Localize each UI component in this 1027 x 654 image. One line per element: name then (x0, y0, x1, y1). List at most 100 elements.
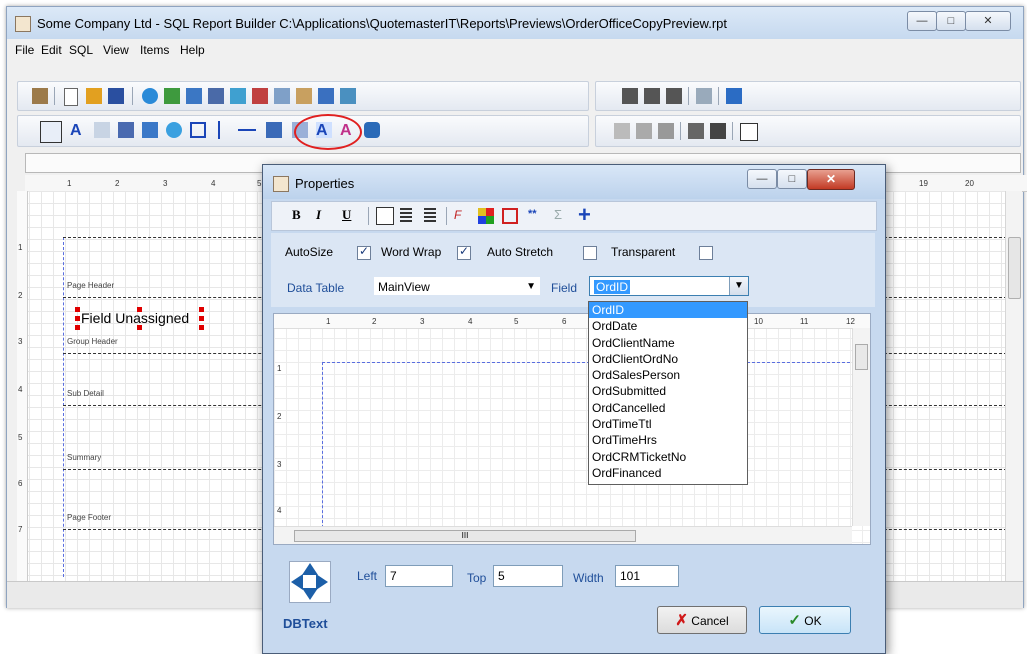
width-input[interactable]: 101 (615, 565, 679, 587)
left-input[interactable]: 7 (385, 565, 453, 587)
database-icon[interactable] (164, 88, 180, 104)
field-dropdown-list[interactable]: OrdID OrdDate OrdClientName OrdClientOrd… (588, 301, 748, 485)
chevron-down-icon[interactable]: ▼ (729, 277, 748, 295)
new-document-icon[interactable] (64, 88, 78, 106)
resize-handle[interactable] (75, 307, 80, 312)
paste-icon[interactable] (658, 123, 674, 139)
dropdown-option[interactable]: OrdCRMTicketNo (589, 449, 747, 465)
dropdown-option[interactable]: OrdClientName (589, 335, 747, 351)
label-tool-icon[interactable]: A (70, 122, 86, 139)
move-arrows-icon[interactable] (289, 561, 331, 603)
dropdown-option[interactable]: OrdID (589, 302, 747, 319)
menu-file[interactable]: File (15, 43, 34, 57)
filter-icon[interactable] (318, 88, 334, 104)
dropdown-option[interactable]: OrdSubmitted (589, 383, 747, 399)
dialog-minimize-button[interactable]: — (747, 169, 777, 189)
maximize-button[interactable]: □ (936, 11, 966, 31)
preview-vertical-scrollbar[interactable] (852, 328, 870, 526)
vertical-scrollbar[interactable] (1005, 191, 1022, 581)
dropdown-option[interactable]: OrdCancelled (589, 400, 747, 416)
dbrichtext-tool-icon[interactable] (364, 122, 380, 138)
autosize-checkbox[interactable] (357, 244, 371, 260)
align-right-icon[interactable] (666, 88, 682, 104)
color-icon[interactable] (478, 208, 494, 224)
dropdown-option[interactable]: OrdClientOrdNo (589, 351, 747, 367)
preview-canvas[interactable]: 1 2 3 4 5 6 10 11 12 1 2 3 4 III (273, 313, 871, 545)
save-icon[interactable] (108, 88, 124, 104)
selected-field[interactable]: Field Unassigned (75, 307, 204, 330)
ok-button[interactable]: ✓ OK (759, 606, 851, 634)
align-left-icon[interactable] (376, 207, 394, 225)
close-button[interactable]: ✕ (965, 11, 1011, 31)
menu-items[interactable]: Items (140, 43, 169, 57)
preview-horizontal-scrollbar[interactable]: III (274, 526, 852, 544)
dbimage-tool-icon[interactable] (266, 122, 282, 138)
dropdown-option[interactable]: OrdSalesPerson (589, 367, 747, 383)
main-title-bar[interactable]: Some Company Ltd - SQL Report Builder C:… (7, 7, 1023, 39)
table-icon[interactable] (208, 88, 224, 104)
properties-title-bar[interactable]: Properties — □ ✕ (263, 165, 885, 199)
dialog-close-button[interactable]: ✕ (807, 169, 855, 190)
query-icon[interactable] (186, 88, 202, 104)
resize-handle[interactable] (199, 316, 204, 321)
align-center-icon[interactable] (400, 208, 412, 224)
menu-help[interactable]: Help (180, 43, 205, 57)
scrollbar-thumb[interactable] (1008, 237, 1021, 299)
align-left-icon[interactable] (622, 88, 638, 104)
menu-view[interactable]: View (103, 43, 129, 57)
italic-button[interactable]: I (316, 207, 321, 223)
globe-icon[interactable] (142, 88, 158, 104)
dropdown-option[interactable]: OrdDate (589, 318, 747, 334)
resize-handle[interactable] (75, 325, 80, 330)
dropdown-option[interactable]: OrdTimeTtl (589, 416, 747, 432)
scrollbar-thumb[interactable]: III (294, 530, 636, 542)
scrollbar-thumb[interactable] (855, 344, 868, 370)
image-tool-icon[interactable] (142, 122, 158, 138)
pointer-tool-icon[interactable] (40, 121, 62, 143)
send-back-icon[interactable] (710, 123, 726, 139)
data-table-select[interactable]: MainView ▼ (373, 276, 541, 296)
underline-button[interactable]: U (342, 207, 351, 223)
add-button[interactable]: + (578, 202, 591, 228)
tools-icon[interactable] (274, 88, 290, 104)
memo-tool-icon[interactable] (94, 122, 110, 138)
resize-handle[interactable] (75, 316, 80, 321)
cut-icon[interactable] (614, 123, 630, 139)
resize-handle[interactable] (137, 307, 142, 312)
resize-handle[interactable] (199, 325, 204, 330)
hline-tool-icon[interactable] (238, 129, 256, 131)
align-right-icon[interactable] (424, 208, 436, 224)
dropdown-option[interactable]: OrdFinanced (589, 465, 747, 481)
bring-front-icon[interactable] (688, 123, 704, 139)
autostretch-checkbox[interactable] (583, 246, 597, 260)
resize-handle[interactable] (137, 325, 142, 330)
dialog-maximize-button[interactable]: □ (777, 169, 807, 189)
minimize-button[interactable]: — (907, 11, 937, 31)
align-center-icon[interactable] (644, 88, 660, 104)
menu-edit[interactable]: Edit (41, 43, 62, 57)
spacing-icon[interactable] (696, 88, 712, 104)
sql-icon[interactable] (252, 88, 268, 104)
transparent-checkbox[interactable] (699, 246, 713, 260)
preview-icon[interactable] (296, 88, 312, 104)
cancel-button[interactable]: ✗ Cancel (657, 606, 747, 634)
field-select[interactable]: OrdID ▼ (589, 276, 749, 296)
report-icon[interactable] (340, 88, 356, 104)
border-icon[interactable] (502, 208, 518, 224)
copy-icon[interactable] (636, 123, 652, 139)
exit-icon[interactable] (32, 88, 48, 104)
menu-sql[interactable]: SQL (69, 43, 93, 57)
number-format-icon[interactable]: ** (528, 208, 544, 224)
dropdown-option[interactable]: OrdTimeHrs (589, 432, 747, 448)
sum-button[interactable]: Σ (554, 207, 562, 222)
open-folder-icon[interactable] (86, 88, 102, 104)
top-input[interactable]: 5 (493, 565, 563, 587)
refresh-icon[interactable] (230, 88, 246, 104)
wordwrap-checkbox[interactable] (457, 244, 471, 260)
help-icon[interactable] (726, 88, 742, 104)
shape-tool-icon[interactable] (190, 122, 206, 138)
font-icon[interactable]: F (454, 208, 470, 224)
calc-tool-icon[interactable] (118, 122, 134, 138)
vline-tool-icon[interactable] (218, 121, 220, 139)
resize-handle[interactable] (199, 307, 204, 312)
